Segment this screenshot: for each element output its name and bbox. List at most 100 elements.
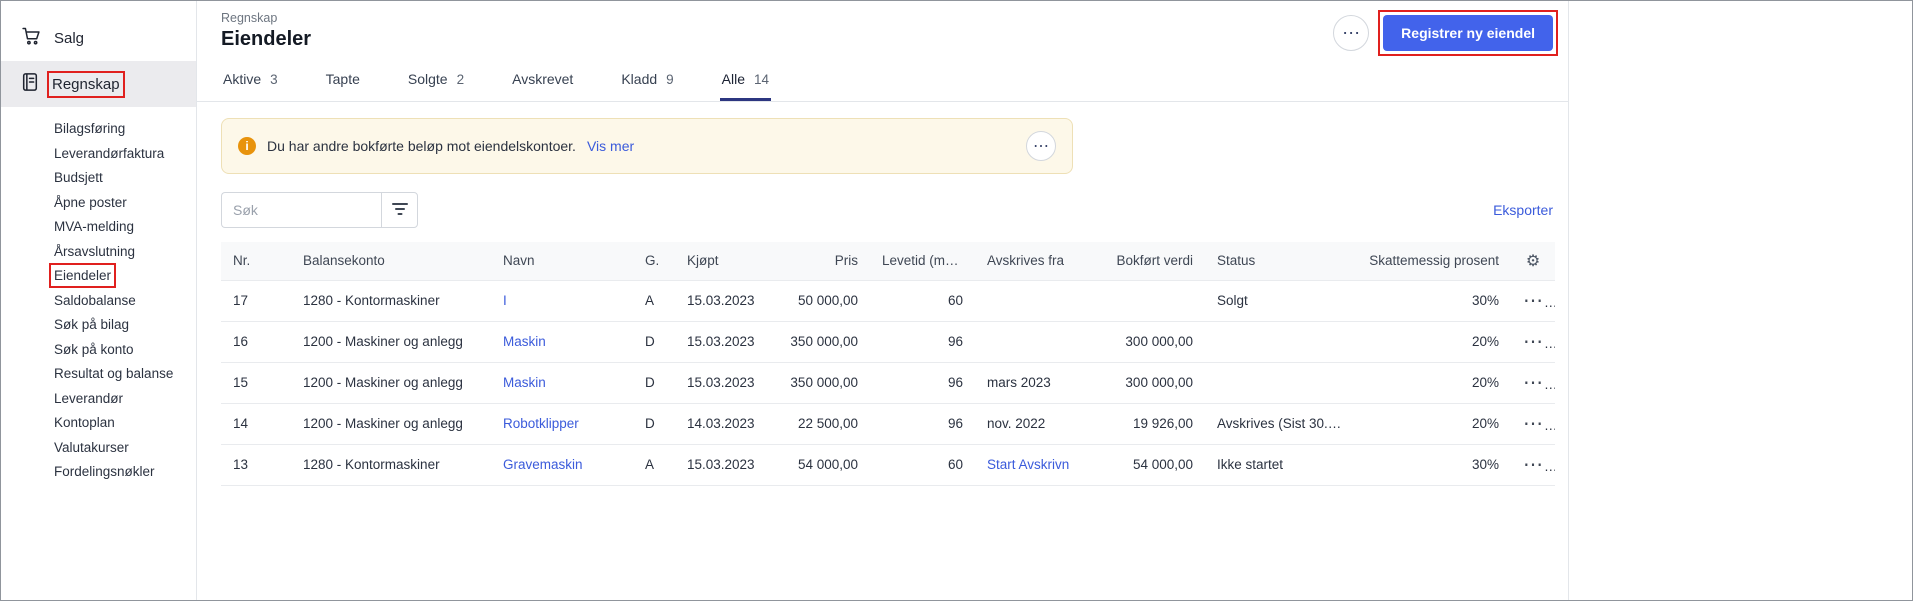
ellipsis-icon: ⋯ [1033, 138, 1049, 155]
sidebar-item-label: Salg [54, 29, 85, 47]
cell-prosent: 30% [1355, 444, 1511, 486]
sidebar-item-s-k-p-konto[interactable]: Søk på konto [54, 342, 196, 358]
table-row: 15 1200 - Maskiner og anlegg Maskin D 15.03.… [221, 362, 1555, 404]
asset-status-tabs: Aktive 3 Tapte Solgte 2 Avskrevet Kladd 9 Alle 14 [197, 51, 1568, 102]
cell-nr: 15 [221, 362, 291, 404]
sidebar-item-regnskap[interactable]: Regnskap [1, 61, 196, 107]
column-header-bokf-rt-verdi: Bokført verdi [1087, 242, 1205, 281]
table-header-row: Nr. Balansekonto Navn G. Kjøpt Pris Levetid (m… [221, 242, 1555, 281]
app-layout: Salg Regnskap Bilagsføring Leverandørfakt… [1, 1, 1569, 600]
cell-g: D [633, 362, 675, 404]
cell-avskrives [975, 321, 1087, 363]
sidebar-item-saldobalanse[interactable]: Saldobalanse [54, 293, 196, 309]
sidebar-item-label: Årsavslutning [54, 243, 136, 259]
cell-avskrives [975, 280, 1087, 322]
tab-solgte[interactable]: Solgte 2 [406, 59, 466, 101]
page-header: Regnskap Eiendeler ⋯ Registrer ny eiende… [197, 1, 1568, 56]
tab-count: 9 [666, 72, 674, 87]
cell-nr: 14 [221, 403, 291, 445]
sidebar-item-budsjett[interactable]: Budsjett [54, 170, 196, 186]
tab-count: 3 [270, 72, 278, 87]
sidebar-item-mva-melding[interactable]: MVA-melding [54, 219, 196, 235]
column-header-nr: Nr. [221, 242, 291, 281]
cell-levetid: 96 [870, 403, 975, 445]
cell-status: Solgt [1205, 280, 1355, 322]
sidebar-item-fordelingsn-kler[interactable]: Fordelingsnøkler [54, 464, 196, 480]
cell-status [1205, 362, 1355, 404]
sidebar-item-rsavslutning[interactable]: Årsavslutning [54, 244, 196, 260]
cell-link-navn[interactable]: Gravemaskin [503, 457, 583, 472]
banner-show-more-link[interactable]: Vis mer [587, 138, 634, 154]
sidebar-item-bilagsf-ring[interactable]: Bilagsføring [54, 121, 196, 137]
cell-avskrives: nov. 2022 [975, 403, 1087, 445]
sidebar-item-label: Resultat og balanse [54, 366, 174, 381]
sidebar-item-pne-poster[interactable]: Åpne poster [54, 195, 196, 211]
cell-prosent: 20% [1355, 321, 1511, 363]
tab-label: Tapte [325, 71, 360, 87]
tab-label: Solgte [407, 71, 448, 87]
table-row: 13 1280 - Kontormaskiner Gravemaskin A 15.03… [221, 444, 1555, 486]
sidebar-item-label: Leverandørfaktura [54, 145, 165, 161]
assets-table: Nr. Balansekonto Navn G. Kjøpt Pris Levetid (m… [221, 242, 1555, 486]
sidebar-item-label: Søk på konto [54, 341, 134, 357]
annotation-box: Registrer ny eiendel [1378, 10, 1558, 56]
sidebar-item-label: Søk på bilag [54, 317, 130, 332]
cell-nr: 17 [221, 280, 291, 322]
sidebar-item-valutakurser[interactable]: Valutakurser [54, 440, 196, 456]
register-new-asset-button[interactable]: Registrer ny eiendel [1383, 15, 1553, 51]
cell-pris: 22 500,00 [770, 403, 870, 445]
cell-status [1205, 321, 1355, 363]
cell-kjopt: 15.03.2023 [675, 321, 770, 363]
tab-aktive[interactable]: Aktive 3 [221, 59, 280, 101]
app-window: Salg Regnskap Bilagsføring Leverandørfakt… [0, 0, 1913, 601]
table-row: 16 1200 - Maskiner og anlegg Maskin D 15.03.… [221, 321, 1555, 363]
export-link[interactable]: Eksporter [1493, 202, 1553, 218]
row-actions-ellipsis-icon[interactable]: ⋯ [1523, 331, 1555, 353]
row-actions-ellipsis-icon[interactable]: ⋯ [1523, 372, 1555, 394]
sidebar-item-label: Fordelingsnøkler [54, 464, 155, 479]
banner-more-actions-button[interactable]: ⋯ [1026, 131, 1056, 161]
sidebar-item-salg[interactable]: Salg [1, 15, 196, 61]
row-actions-ellipsis-icon[interactable]: ⋯ [1523, 290, 1555, 312]
cell-link-avskrives[interactable]: Start Avskrivn [987, 457, 1069, 472]
tab-count: 14 [754, 72, 770, 87]
cell-levetid: 60 [870, 280, 975, 322]
sidebar-item-kontoplan[interactable]: Kontoplan [54, 415, 196, 431]
row-actions-ellipsis-icon[interactable]: ⋯ [1523, 413, 1555, 435]
sidebar-item-eiendeler[interactable]: Eiendeler [48, 263, 196, 288]
cell-nr: 16 [221, 321, 291, 363]
filter-button[interactable] [381, 192, 418, 228]
cell-navn: Gravemaskin [491, 444, 633, 486]
tab-tapte[interactable]: Tapte [324, 59, 362, 101]
row-actions-ellipsis-icon[interactable]: ⋯ [1523, 454, 1555, 476]
sidebar-item-label: Saldobalanse [54, 292, 136, 308]
cell-link-navn[interactable]: Robotklipper [503, 416, 579, 431]
sidebar-item-s-k-p-bilag[interactable]: Søk på bilag [54, 317, 196, 333]
main-content: Regnskap Eiendeler ⋯ Registrer ny eiende… [197, 1, 1568, 600]
search-input[interactable] [221, 192, 381, 228]
cell-bokfort: 300 000,00 [1087, 362, 1205, 404]
cell-link-navn[interactable]: Maskin [503, 334, 546, 349]
sidebar-item-label: Budsjett [54, 170, 103, 185]
tab-alle[interactable]: Alle 14 [719, 59, 772, 101]
cell-kjopt: 15.03.2023 [675, 280, 770, 322]
sidebar-item-leverand-rfaktura[interactable]: Leverandørfaktura [54, 146, 196, 162]
filter-icon [391, 202, 408, 219]
sidebar-item-leverand-r[interactable]: Leverandør [54, 391, 196, 407]
cell-bokfort: 300 000,00 [1087, 321, 1205, 363]
page-more-actions-button[interactable]: ⋯ [1333, 15, 1370, 51]
cell-link-navn[interactable]: Maskin [503, 375, 546, 390]
tab-avskrevet[interactable]: Avskrevet [510, 59, 575, 101]
cell-pris: 350 000,00 [770, 321, 870, 363]
cell-navn: Maskin [491, 321, 633, 363]
cell-bokfort: 19 926,00 [1087, 403, 1205, 445]
sidebar-item-label: MVA-melding [54, 219, 135, 234]
sidebar-item-resultat-og-balanse[interactable]: Resultat og balanse [54, 366, 196, 382]
cell-link-navn[interactable]: I [503, 293, 507, 308]
cell-navn: I [491, 280, 633, 322]
sidebar-item-label-annotated: Regnskap [47, 70, 125, 98]
column-header-balansekonto: Balansekonto [291, 242, 491, 281]
tab-kladd[interactable]: Kladd 9 [619, 59, 675, 101]
cell-pris: 54 000,00 [770, 444, 870, 486]
table-settings-gear-icon[interactable]: ⚙ [1526, 253, 1540, 270]
